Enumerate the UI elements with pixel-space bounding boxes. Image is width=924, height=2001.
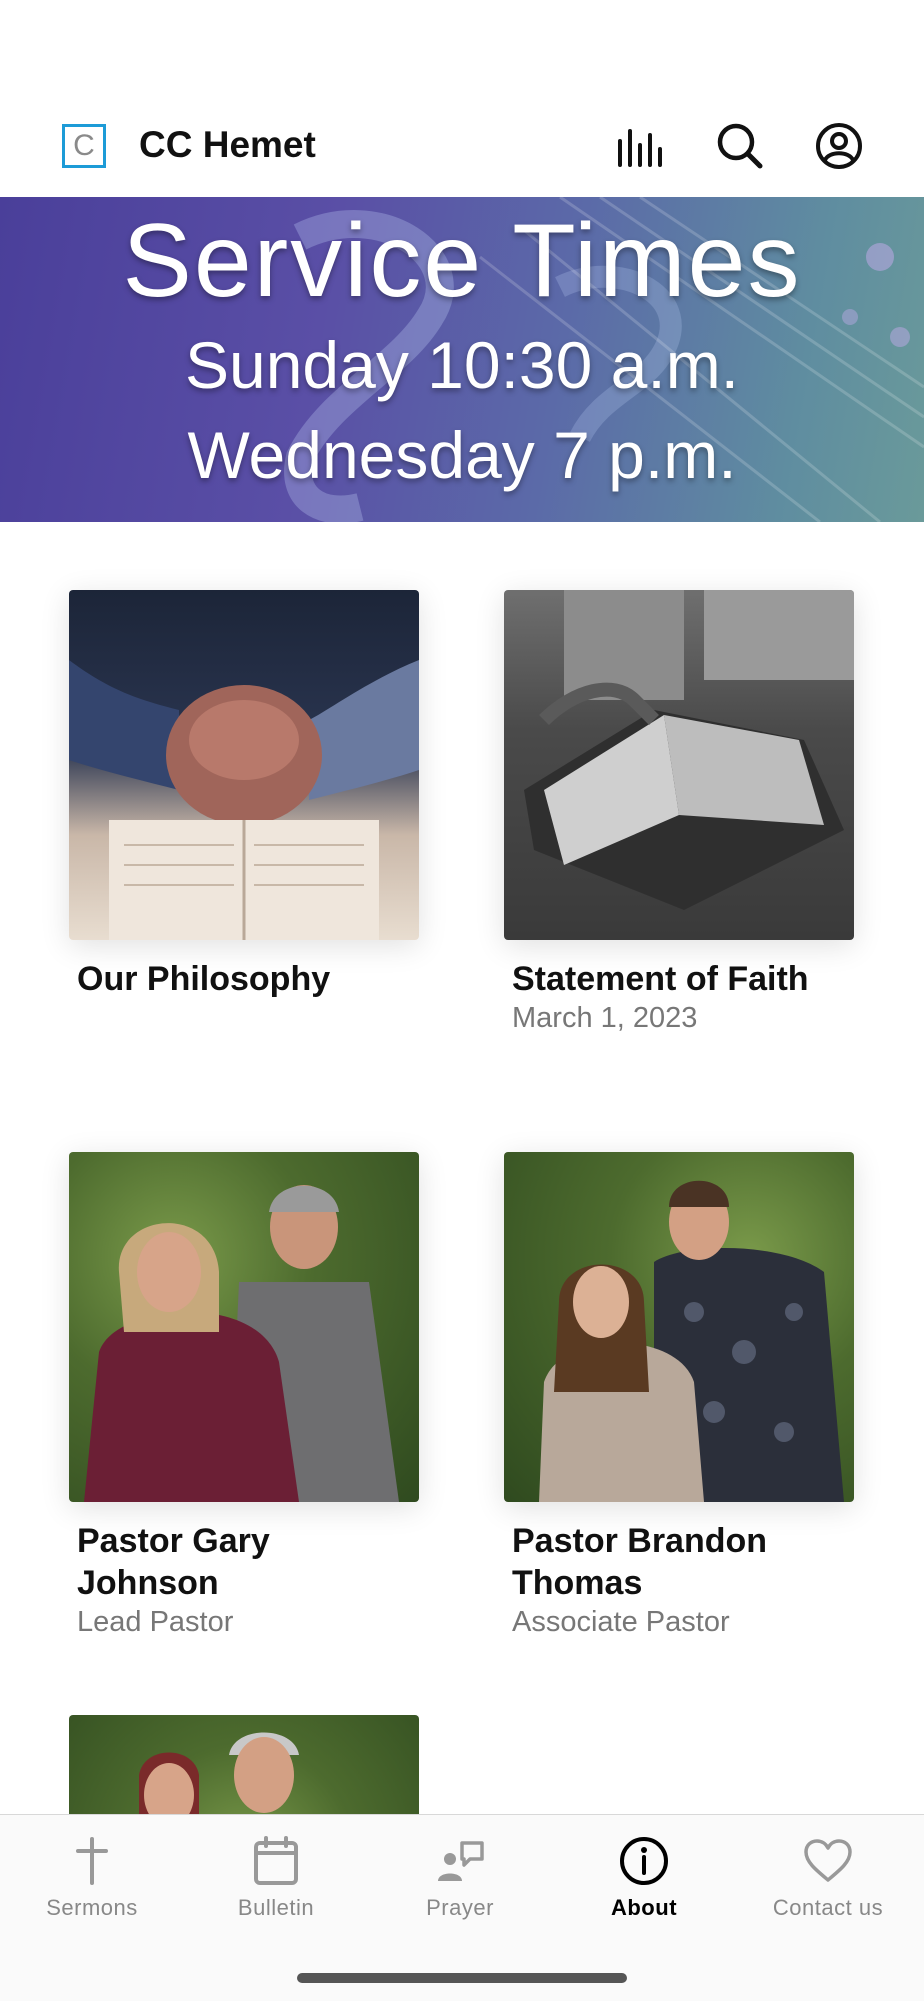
card-title: Pastor Gary Johnson xyxy=(77,1522,270,1602)
tab-label: Contact us xyxy=(772,1895,884,1920)
tab-bulletin[interactable]: Bulletin xyxy=(184,1815,368,1945)
praying-hands-image xyxy=(69,590,419,940)
pastor-brandon-thomas-photo xyxy=(504,1152,854,1502)
tab-label: Sermons xyxy=(46,1895,138,1920)
card-title: Statement of Faith xyxy=(512,960,809,998)
banner-sunday-time: Sunday 10:30 a.m. xyxy=(184,328,740,402)
tab-label: About xyxy=(610,1895,678,1920)
info-icon xyxy=(620,1837,668,1885)
card-pastor-brandon-thomas[interactable]: Pastor Brandon Thomas Associate Pastor xyxy=(504,1152,854,1639)
card-role: Lead Pastor xyxy=(77,1606,234,1638)
card-date: March 1, 2023 xyxy=(512,1002,698,1034)
tab-label: Prayer xyxy=(426,1895,494,1920)
cross-icon xyxy=(76,1837,108,1885)
card-title: Our Philosophy xyxy=(77,960,331,998)
tab-label: Bulletin xyxy=(237,1895,315,1920)
search-icon[interactable] xyxy=(715,121,765,171)
pastor-couple-photo xyxy=(69,1715,419,1814)
home-indicator[interactable] xyxy=(297,1973,627,1983)
card-role: Associate Pastor xyxy=(512,1606,730,1638)
pastor-gary-johnson-photo xyxy=(69,1152,419,1502)
tab-about[interactable]: About xyxy=(552,1815,736,1945)
card-partial[interactable] xyxy=(69,1715,419,1814)
calendar-icon xyxy=(254,1836,298,1885)
open-book-image xyxy=(504,590,854,940)
app-title: CC Hemet xyxy=(139,124,316,165)
app-logo[interactable]: C xyxy=(62,124,106,168)
tab-contact-us[interactable]: Contact us xyxy=(736,1815,920,1945)
card-our-philosophy[interactable]: Our Philosophy xyxy=(69,590,419,1000)
service-times-banner[interactable]: Service Times Sunday 10:30 a.m. Wednesda… xyxy=(0,197,924,522)
account-icon[interactable] xyxy=(814,121,864,171)
card-pastor-gary-johnson[interactable]: Pastor Gary Johnson Lead Pastor xyxy=(69,1152,419,1639)
tab-sermons[interactable]: Sermons xyxy=(0,1815,184,1945)
card-title: Pastor Brandon Thomas xyxy=(512,1522,768,1602)
card-statement-of-faith[interactable]: Statement of Faith March 1, 2023 xyxy=(504,590,854,1035)
equalizer-icon[interactable] xyxy=(616,121,666,171)
tab-prayer[interactable]: Prayer xyxy=(368,1815,552,1945)
banner-title: Service Times xyxy=(122,203,802,319)
banner-wednesday-time: Wednesday 7 p.m. xyxy=(187,418,737,492)
prayer-icon xyxy=(438,1841,484,1881)
app-header: C CC Hemet xyxy=(0,96,924,196)
heart-icon xyxy=(804,1839,852,1882)
